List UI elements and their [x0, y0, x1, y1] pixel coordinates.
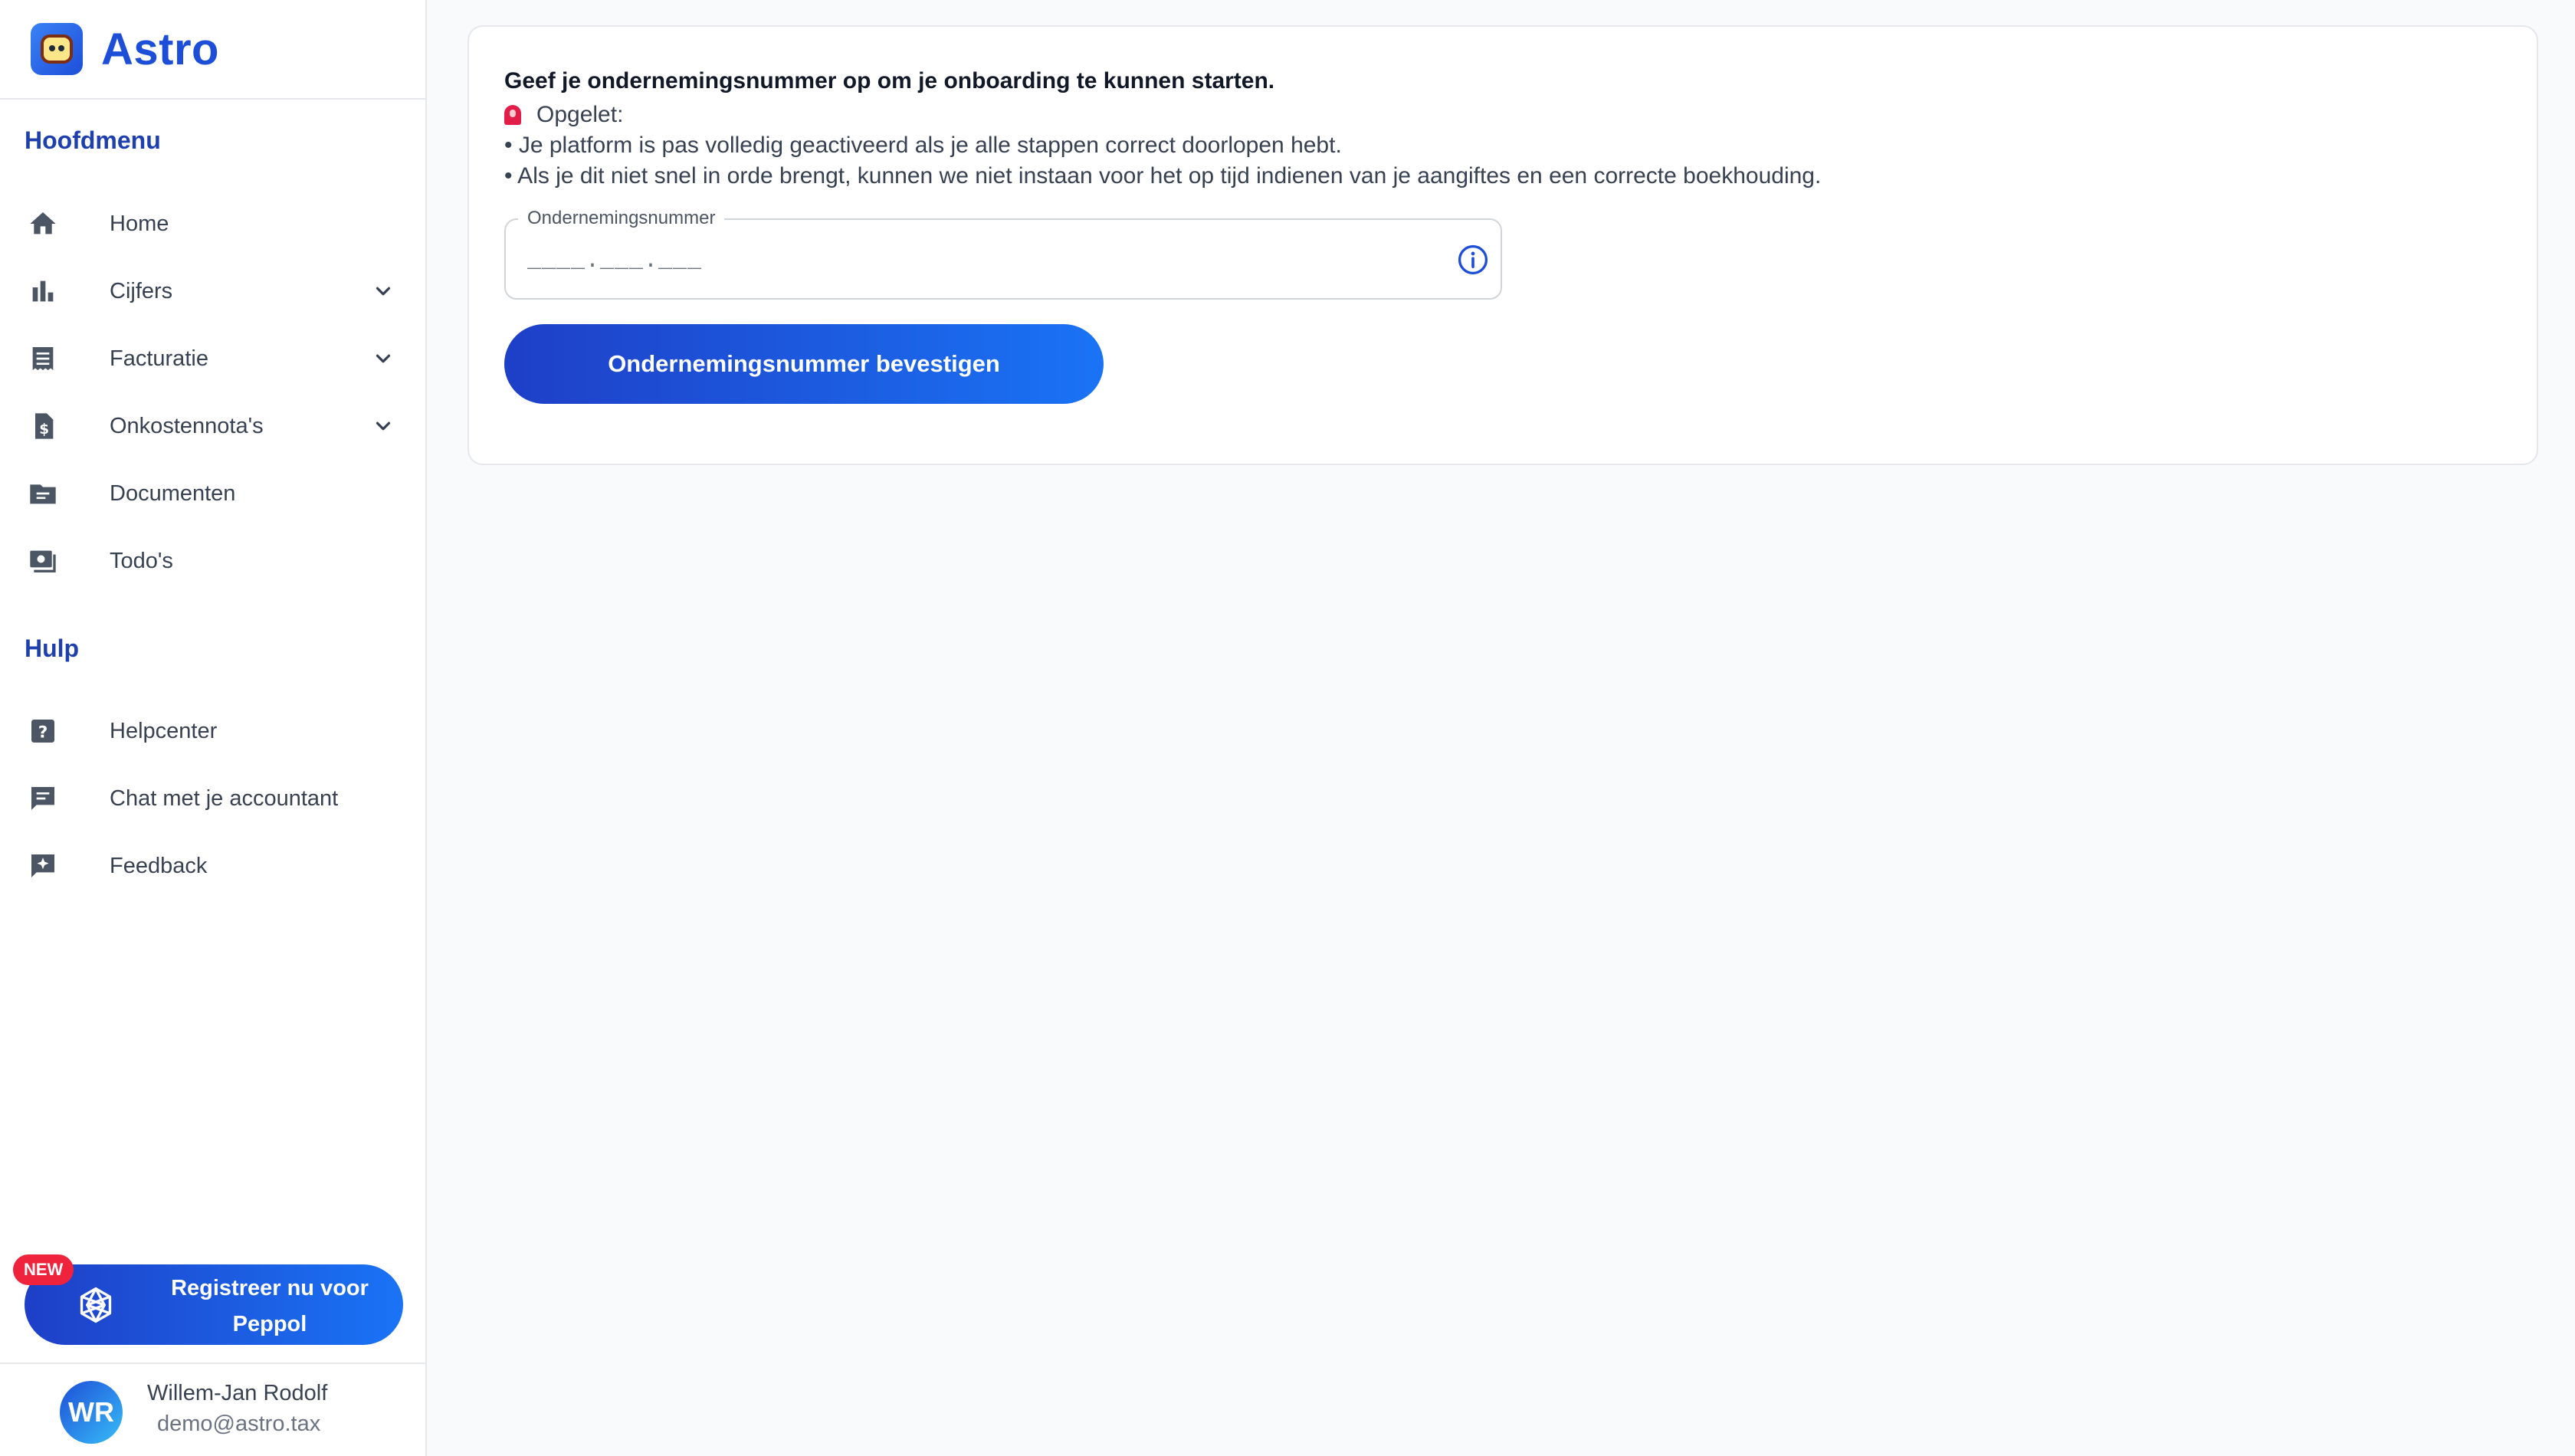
chevron-down-icon[interactable]	[369, 277, 397, 305]
astro-logo-icon	[31, 23, 83, 75]
company-number-field: Ondernemingsnummer	[504, 208, 1502, 300]
sidebar-item-home[interactable]: Home	[0, 193, 427, 254]
peppol-register-label: Registreer nu voor Peppol	[171, 1276, 369, 1336]
expense-file-icon: $	[26, 409, 60, 443]
help-icon: ?	[26, 714, 60, 748]
user-name: Willem-Jan Rodolf	[147, 1381, 328, 1405]
siren-icon	[504, 105, 521, 125]
main-menu-title: Hoofdmenu	[25, 126, 161, 154]
sidebar-item-documenten[interactable]: Documenten	[0, 463, 427, 524]
peppol-network-icon	[75, 1284, 116, 1326]
user-email: demo@astro.tax	[157, 1412, 321, 1436]
user-profile[interactable]: WR Willem-Jan Rodolf demo@astro.tax	[0, 1363, 427, 1456]
svg-text:$: $	[39, 421, 49, 438]
brand-header[interactable]: Astro	[0, 0, 425, 100]
sidebar-item-onkostennotas[interactable]: $ Onkostennota's	[0, 395, 427, 457]
sidebar-item-label: Helpcenter	[110, 718, 218, 743]
bar-chart-icon	[26, 274, 60, 308]
company-number-label: Ondernemingsnummer	[518, 208, 725, 229]
warning-bullet: • Je platform is pas volledig geactiveer…	[504, 133, 1342, 158]
folder-icon	[26, 477, 60, 510]
sidebar-item-helpcenter[interactable]: ? Helpcenter	[0, 700, 427, 762]
sidebar-item-label: Onkostennota's	[110, 413, 264, 438]
sidebar: Astro Hoofdmenu Home Cijfers Facturatie …	[0, 0, 427, 1456]
onboarding-heading: Geef je ondernemingsnummer op om je onbo…	[504, 68, 1275, 93]
sidebar-item-cijfers[interactable]: Cijfers	[0, 261, 427, 322]
sidebar-item-facturatie[interactable]: Facturatie	[0, 328, 427, 389]
feedback-icon	[26, 849, 60, 883]
help-title: Hulp	[25, 635, 80, 662]
warning-text: Opgelet:	[536, 102, 624, 127]
sidebar-item-label: Chat met je accountant	[110, 785, 339, 811]
sidebar-item-label: Cijfers	[110, 278, 173, 303]
chevron-down-icon[interactable]	[369, 345, 397, 372]
avatar: WR	[60, 1381, 123, 1444]
brand-name: Astro	[101, 24, 219, 74]
sidebar-item-label: Feedback	[110, 853, 208, 878]
sidebar-item-todos[interactable]: Todo's	[0, 530, 427, 592]
sidebar-item-label: Todo's	[110, 548, 173, 573]
onboarding-card: Geef je ondernemingsnummer op om je onbo…	[467, 25, 2538, 465]
home-icon	[26, 207, 60, 241]
confirm-company-number-button[interactable]: Ondernemingsnummer bevestigen	[504, 324, 1104, 404]
warning-bullet: • Als je dit niet snel in orde brengt, k…	[504, 163, 1822, 189]
company-number-input[interactable]	[526, 241, 1410, 281]
receipt-icon	[26, 342, 60, 375]
sidebar-item-label: Home	[110, 211, 169, 236]
sidebar-item-label: Documenten	[110, 480, 236, 506]
new-badge: NEW	[13, 1254, 74, 1285]
warning-line: Opgelet:	[504, 102, 623, 128]
peppol-register-button[interactable]: Registreer nu voor Peppol	[25, 1264, 403, 1345]
info-icon[interactable]	[1456, 243, 1490, 277]
todo-icon	[26, 544, 60, 578]
sidebar-item-chat[interactable]: Chat met je accountant	[0, 768, 427, 829]
sidebar-item-feedback[interactable]: Feedback	[0, 835, 427, 897]
svg-text:?: ?	[38, 723, 48, 742]
chat-icon	[26, 782, 60, 815]
chevron-down-icon[interactable]	[369, 412, 397, 440]
sidebar-item-label: Facturatie	[110, 346, 208, 371]
